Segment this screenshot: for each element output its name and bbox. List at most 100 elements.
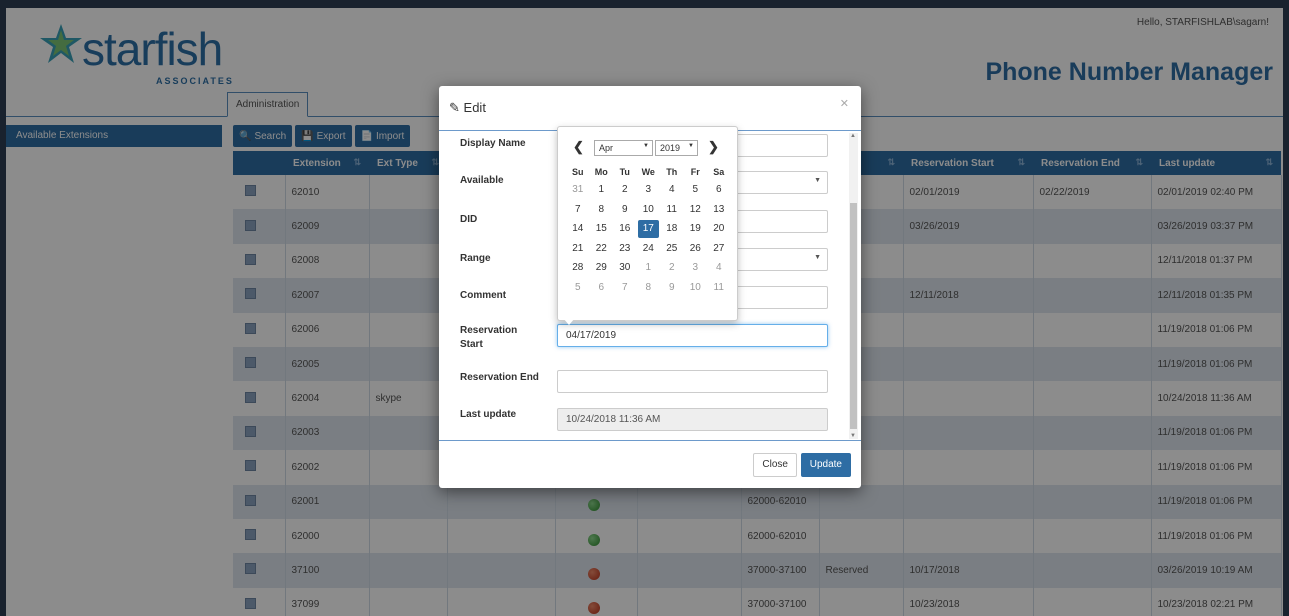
calendar-day-label: 1 — [598, 184, 605, 196]
calendar-day-label: 5 — [574, 281, 581, 293]
calendar-day[interactable]: 11 — [707, 278, 731, 298]
calendar-day[interactable]: 18 — [660, 219, 684, 239]
range-label: Range — [460, 253, 491, 264]
calendar-day[interactable]: 19 — [684, 219, 708, 239]
calendar-day[interactable]: 5 — [684, 180, 708, 200]
calendar-day[interactable]: 2 — [613, 180, 637, 200]
calendar-day[interactable]: 23 — [613, 239, 637, 259]
next-month-icon[interactable]: ❯ — [708, 139, 719, 155]
calendar-day-label: 29 — [595, 262, 607, 274]
calendar-day-label: 4 — [668, 184, 675, 196]
calendar-day[interactable]: 7 — [613, 278, 637, 298]
calendar-day-label: 3 — [692, 262, 699, 274]
scroll-up-icon[interactable]: ▲ — [850, 133, 856, 139]
update-button[interactable]: Update — [800, 453, 851, 477]
reservation-start-field[interactable]: 04/17/2019 — [557, 324, 828, 347]
calendar-day-label: 11 — [713, 281, 724, 293]
year-select[interactable]: 2019 ▼ — [655, 140, 698, 156]
calendar-day-label: 17 — [637, 219, 659, 238]
calendar-day-label: 30 — [619, 262, 631, 274]
datepicker-pointer — [563, 318, 575, 325]
calendar-day[interactable]: 25 — [660, 239, 684, 259]
reservation-end-field[interactable] — [557, 370, 828, 393]
calendar-day-label: 13 — [713, 203, 725, 215]
calendar-day-label: 8 — [598, 203, 605, 215]
calendar-week: 14 15 16 17 18 19 20 — [566, 219, 731, 239]
calendar-day-label: 19 — [689, 223, 701, 235]
chevron-down-icon: ▼ — [688, 143, 694, 149]
calendar-day[interactable]: 1 — [590, 180, 614, 200]
calendar-day-label: 2 — [668, 262, 675, 274]
did-label: DID — [460, 214, 478, 225]
calendar-day[interactable]: 6 — [707, 180, 731, 200]
calendar-day-label: 4 — [715, 262, 722, 274]
calendar-day-label: 14 — [572, 223, 584, 235]
calendar-day-label: 21 — [572, 242, 584, 254]
calendar-day-label: 11 — [666, 203, 677, 215]
calendar-day[interactable]: 29 — [590, 258, 614, 278]
calendar-day[interactable]: 16 — [613, 219, 637, 239]
calendar-day[interactable]: 24 — [637, 239, 661, 259]
calendar-day[interactable]: 9 — [613, 200, 637, 220]
calendar-day-label: 31 — [572, 184, 584, 196]
scrollbar-thumb[interactable] — [850, 203, 857, 429]
dialog-title: ✎ Edit — [449, 100, 486, 116]
dialog-header: ✎ Edit ✕ — [439, 86, 861, 131]
calendar-day[interactable]: 13 — [707, 200, 731, 220]
calendar-day[interactable]: 26 — [684, 239, 708, 259]
comment-label: Comment — [460, 290, 507, 301]
calendar-day-label: 6 — [598, 281, 605, 293]
chevron-down-icon: ▼ — [814, 254, 821, 261]
calendar-day-label: 10 — [689, 281, 701, 293]
scroll-down-icon[interactable]: ▼ — [850, 433, 856, 439]
calendar-day-label: 15 — [595, 223, 607, 235]
calendar-day[interactable]: 4 — [707, 258, 731, 278]
weekday-label: Tu — [619, 166, 630, 177]
close-icon[interactable]: ✕ — [840, 97, 849, 110]
calendar-day[interactable]: 5 — [566, 278, 590, 298]
calendar-day-label: 28 — [572, 262, 584, 274]
calendar-day[interactable]: 4 — [660, 180, 684, 200]
calendar-day[interactable]: 28 — [566, 258, 590, 278]
calendar-day[interactable]: 21 — [566, 239, 590, 259]
prev-month-icon[interactable]: ❮ — [573, 139, 584, 155]
datepicker-popup: ❮ Apr ▼ 2019 ▼ ❯ Su Mo Tu We Th Fr Sa 31 1 2 3 4 5 6 7 8… — [557, 126, 738, 321]
calendar-day[interactable]: 6 — [590, 278, 614, 298]
month-select[interactable]: Apr ▼ — [594, 140, 653, 156]
calendar-week: 7 8 9 10 11 12 13 — [566, 200, 731, 220]
calendar-day[interactable]: 20 — [707, 219, 731, 239]
dialog-scrollbar[interactable]: ▲ ▼ — [849, 133, 858, 439]
calendar-week: 31 1 2 3 4 5 6 — [566, 180, 731, 200]
calendar-day[interactable]: 15 — [590, 219, 614, 239]
calendar-day[interactable]: 31 — [566, 180, 590, 200]
calendar-day-label: 3 — [645, 184, 652, 196]
calendar-week: 28 29 30 1 2 3 4 — [566, 258, 731, 278]
calendar-day[interactable]: 10 — [637, 200, 661, 220]
calendar-day-label: 24 — [642, 242, 654, 254]
calendar-day-label: 7 — [574, 203, 581, 215]
display-name-label: Display Name — [460, 138, 526, 149]
calendar-day[interactable]: 1 — [637, 258, 661, 278]
close-button[interactable]: Close — [753, 453, 797, 477]
calendar-day[interactable]: 7 — [566, 200, 590, 220]
dialog-footer: Close Update — [439, 441, 861, 488]
calendar-day[interactable]: 30 — [613, 258, 637, 278]
calendar-day-label: 7 — [621, 281, 628, 293]
weekday-label: Sa — [713, 166, 725, 177]
calendar-day-label: 9 — [668, 281, 675, 293]
calendar-day[interactable]: 14 — [566, 219, 590, 239]
calendar-day[interactable]: 3 — [684, 258, 708, 278]
calendar-day[interactable]: 11 — [660, 200, 684, 220]
calendar-day[interactable]: 10 — [684, 278, 708, 298]
calendar-day[interactable]: 2 — [660, 258, 684, 278]
calendar-day[interactable]: 12 — [684, 200, 708, 220]
calendar-day[interactable]: 22 — [590, 239, 614, 259]
calendar-day[interactable]: 9 — [660, 278, 684, 298]
month-select-value: Apr — [599, 143, 614, 153]
weekday-label: We — [641, 166, 655, 177]
calendar-day[interactable]: 17 — [637, 219, 661, 239]
calendar-day[interactable]: 8 — [590, 200, 614, 220]
calendar-day[interactable]: 27 — [707, 239, 731, 259]
calendar-day[interactable]: 3 — [637, 180, 661, 200]
calendar-day[interactable]: 8 — [637, 278, 661, 298]
